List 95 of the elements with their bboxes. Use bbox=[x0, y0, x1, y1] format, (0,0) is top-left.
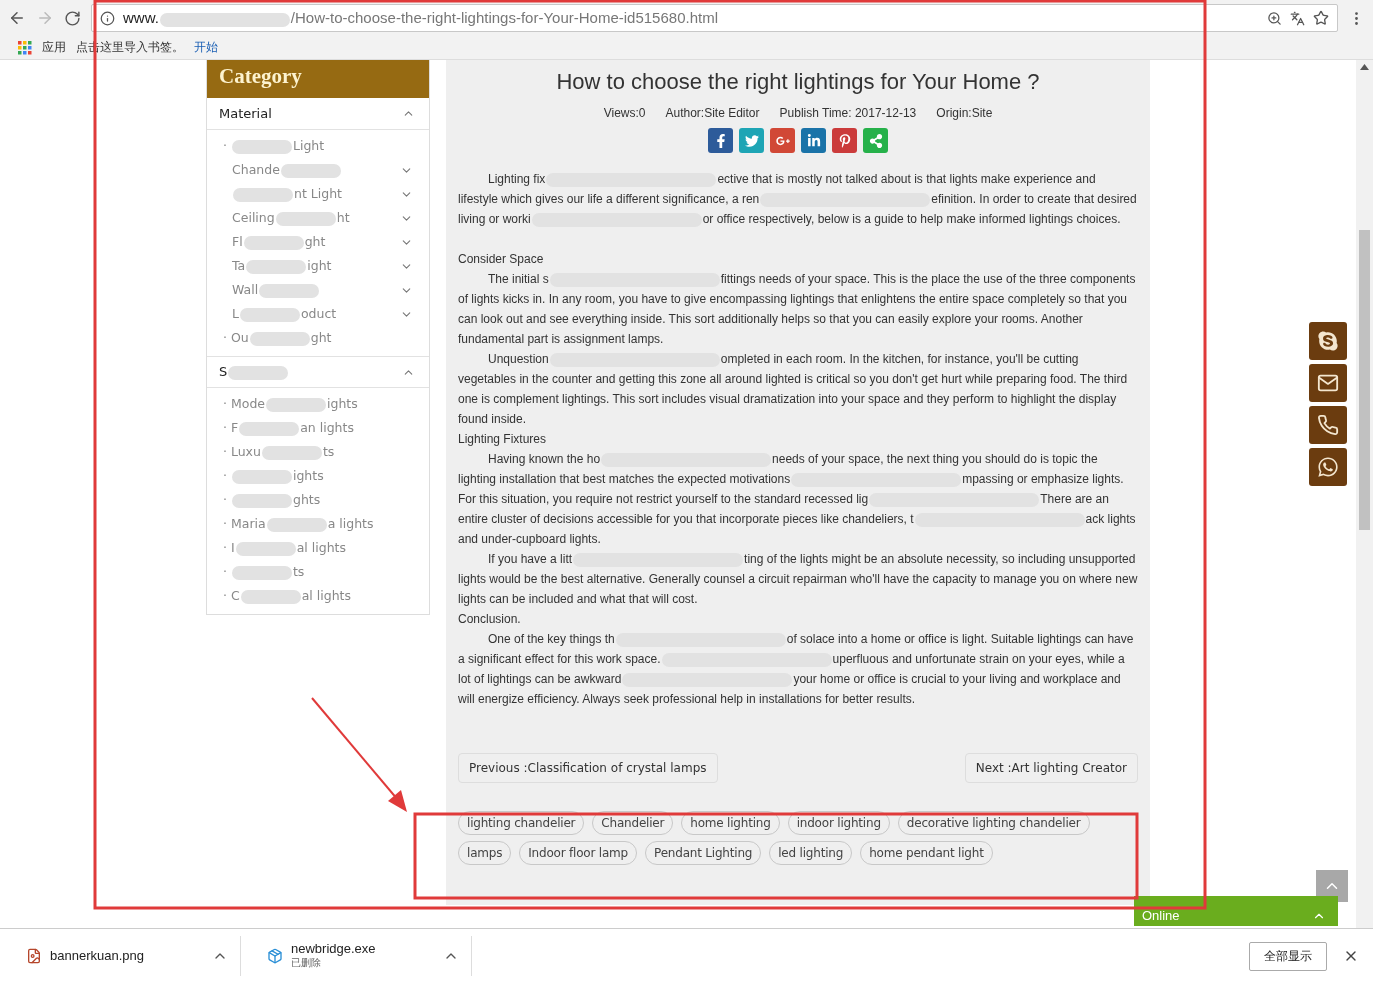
share-icon bbox=[868, 133, 883, 148]
skype-icon bbox=[1317, 330, 1339, 352]
phone-icon bbox=[1317, 414, 1339, 436]
article-paragraph: One of the key things th of solace into a home or office is light. Suitable lightings can have a significant effect for this work space. uperfluous and unfortunate strain on your eyes, while a lot of lightings can be awkward your home or office is crucial to your living and workplace and will energize efficiency. Always seek professional help in installations for better results. bbox=[458, 631, 1135, 708]
download-item[interactable]: newbridge.exe 已删除 bbox=[241, 929, 431, 983]
contact-button[interactable] bbox=[1309, 406, 1347, 444]
sidebar-item[interactable]: · C al lights bbox=[207, 584, 429, 608]
article-paragraph: Unquestion ompleted in each room. In the kitchen, for instance, you'll be cutting vegetables in the counter and getting this zone all around lighted is critical so you don't get hurt while preparing food. The third one is complement lightings. This sort includes visual dramatization into your space and they perform to highlight the display found inside. bbox=[458, 351, 1129, 428]
facebook-share-button[interactable] bbox=[708, 128, 733, 153]
redaction-blur bbox=[239, 421, 300, 436]
download-item[interactable]: bannerkuan.png bbox=[0, 929, 200, 983]
sidebar-item[interactable]: nt Light bbox=[207, 182, 429, 206]
redaction-blur bbox=[280, 163, 341, 178]
star-icon[interactable] bbox=[1313, 10, 1329, 26]
redaction-blur bbox=[243, 235, 304, 250]
linkedin-icon bbox=[806, 133, 821, 148]
redaction-blur bbox=[240, 589, 301, 604]
sidebar-item[interactable]: Chande bbox=[207, 158, 429, 182]
redaction-blur bbox=[235, 541, 296, 556]
sidebar-item[interactable]: · Maria a lights bbox=[207, 512, 429, 536]
twitter-share-button[interactable] bbox=[739, 128, 764, 153]
section-header[interactable]: S bbox=[207, 356, 429, 388]
bookmark-link[interactable]: 应用 bbox=[42, 39, 66, 56]
scroll-up-arrow-icon[interactable] bbox=[1360, 64, 1369, 70]
redaction-blur bbox=[233, 187, 293, 202]
article-meta: Author:Site Editor bbox=[665, 106, 760, 120]
share-share-button[interactable] bbox=[863, 128, 888, 153]
sidebar-item[interactable]: L oduct bbox=[207, 302, 429, 326]
linkedin-share-button[interactable] bbox=[801, 128, 826, 153]
url-text: www. /How-to-choose-the-right-lightings-for-Your-Home-id515680.html bbox=[123, 9, 719, 27]
article-meta: Views:0 bbox=[603, 106, 646, 120]
redaction-blur bbox=[259, 283, 320, 298]
article-paragraph: If you have a litt ting of the lights might be an absolute necessity, so including unsupported lights would be the best alternative. Generally counsel a circuit repairman who'll have the capacity to manage you on where new lights can be included and what that will cost. bbox=[458, 551, 1138, 608]
sidebar-item[interactable]: · I al lights bbox=[207, 536, 429, 560]
redaction-blur bbox=[249, 331, 310, 346]
article-paragraph: Having known the ho needs of your space, the next thing you should do is topic the lighting installation that best matches the expected motivations mpassing or emphasize lights. For this situation, you require not restrict yourself to the standard recessed lig There are an entire cluster of decisions accessible for you that incorporate pieces like chandeliers, t ack lights and under-cupboard lights. bbox=[458, 451, 1137, 548]
next-article-link[interactable]: Next :Art lighting Creator bbox=[964, 753, 1138, 783]
twitter-icon bbox=[744, 133, 759, 148]
sidebar-item[interactable]: · ights bbox=[207, 464, 429, 488]
scrollbar[interactable] bbox=[1356, 60, 1373, 928]
contact-button[interactable] bbox=[1309, 448, 1347, 486]
contact-button[interactable] bbox=[1309, 322, 1347, 360]
pinterest-icon bbox=[837, 133, 852, 148]
article-paragraph: Lighting fix ective that is mostly not talked about is that lights make experience and lifestyle which gives our life a different significance, a ren efinition. In order to create that desired living or worki or office respectively, below is a guide to help make informed lightings choices. bbox=[458, 171, 1138, 229]
translate-icon[interactable] bbox=[1290, 10, 1305, 26]
section-heading: Conclusion. bbox=[458, 611, 522, 628]
pinterest-share-button[interactable] bbox=[832, 128, 857, 153]
bookmark-link[interactable]: 开始 bbox=[194, 39, 218, 56]
sidebar-item[interactable]: · Light bbox=[207, 134, 429, 158]
article-title: How to choose the right lightings for Your Home ? bbox=[555, 68, 1041, 96]
redaction-blur bbox=[231, 139, 292, 154]
sidebar-item[interactable]: · ts bbox=[207, 560, 429, 584]
sidebar-item[interactable]: Wall bbox=[207, 278, 429, 302]
sidebar-title: Category bbox=[207, 60, 429, 98]
back-icon[interactable] bbox=[8, 9, 26, 27]
zoom-icon[interactable] bbox=[1267, 10, 1282, 26]
redaction-blur bbox=[266, 397, 326, 412]
redaction-blur bbox=[261, 445, 322, 460]
redaction-blur bbox=[246, 259, 307, 274]
sidebar-item[interactable]: · Ou ght bbox=[207, 326, 429, 350]
section-heading: Consider Space bbox=[458, 251, 545, 268]
redaction-blur bbox=[239, 307, 300, 322]
scrollbar-thumb[interactable] bbox=[1359, 230, 1370, 530]
section-title: Material bbox=[219, 106, 272, 121]
mail-icon bbox=[1317, 372, 1339, 394]
whatsapp-icon bbox=[1317, 456, 1339, 478]
googleplus-share-button[interactable] bbox=[770, 128, 795, 153]
sidebar-item[interactable]: · Luxu ts bbox=[207, 440, 429, 464]
sidebar-item[interactable]: Ta ight bbox=[207, 254, 429, 278]
redaction-blur bbox=[228, 365, 289, 380]
address-bar[interactable]: www. /How-to-choose-the-right-lightings-for-Your-Home-id515680.html bbox=[91, 4, 1338, 32]
article-meta: Origin:Site bbox=[936, 106, 993, 120]
sidebar-item[interactable]: · Mode ights bbox=[207, 392, 429, 416]
section-header[interactable]: Material bbox=[207, 98, 429, 130]
redaction-blur bbox=[231, 565, 292, 580]
sidebar-item[interactable]: · ghts bbox=[207, 488, 429, 512]
show-all-button[interactable]: 全部显示 bbox=[1249, 941, 1327, 971]
section-title: S bbox=[219, 364, 290, 380]
sidebar-item[interactable]: Ceiling ht bbox=[207, 206, 429, 230]
article-paragraph: The initial s fittings needs of your space. This is the place the use of the three components of lights kicks in. In any room, you have to give encompassing lightings that enlightens the entire space completely so that you can look out and see everything inside. This sort additionally helps so that you can easily explore your rooms. Another fundamental part is assignment lamps. bbox=[458, 271, 1137, 348]
previous-article-link[interactable]: Previous :Classification of crystal lamps bbox=[458, 753, 718, 783]
package-icon bbox=[267, 948, 283, 964]
info-icon bbox=[100, 10, 115, 26]
reload-icon[interactable] bbox=[64, 9, 81, 27]
section-heading: Lighting Fixtures bbox=[458, 431, 548, 448]
redaction-blur bbox=[266, 517, 327, 532]
contact-button[interactable] bbox=[1309, 364, 1347, 402]
redaction-blur bbox=[231, 469, 292, 484]
image-file-icon bbox=[26, 948, 42, 964]
redaction-blur bbox=[231, 493, 292, 508]
apps-grid-icon[interactable] bbox=[18, 40, 32, 55]
redaction-blur bbox=[275, 211, 336, 226]
sidebar-item[interactable]: Fl ght bbox=[207, 230, 429, 254]
sidebar-item[interactable]: · F an lights bbox=[207, 416, 429, 440]
article-meta: Publish Time: 2017-12-13 bbox=[779, 106, 917, 120]
